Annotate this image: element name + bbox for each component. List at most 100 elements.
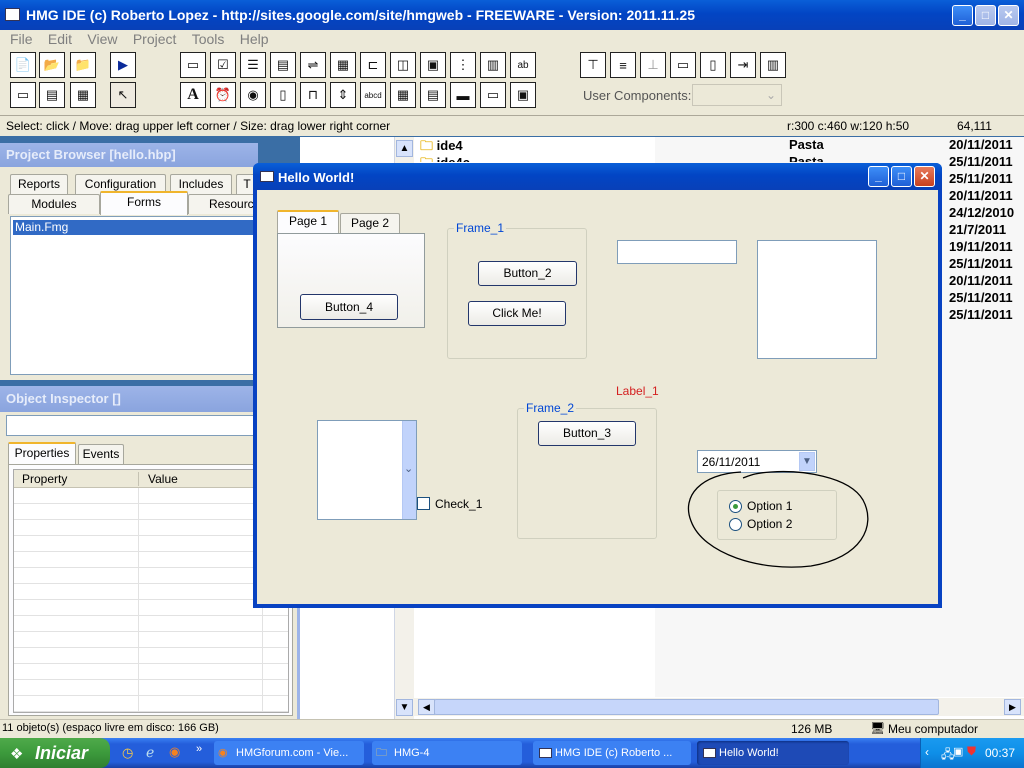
- ie-icon[interactable]: ℯ: [146, 744, 154, 761]
- slider-ctrl-icon[interactable]: ▭: [480, 82, 506, 108]
- radio-selected-icon[interactable]: [729, 500, 742, 513]
- menu-tools[interactable]: Tools: [186, 29, 231, 49]
- radio-empty-icon[interactable]: [729, 518, 742, 531]
- grid-icon[interactable]: ▦: [70, 82, 96, 108]
- form-icon[interactable]: ▭: [10, 82, 36, 108]
- close-button[interactable]: ✕: [998, 5, 1019, 26]
- column-header-property[interactable]: Property: [22, 472, 67, 486]
- table-row[interactable]: [14, 520, 288, 536]
- ide-title-bar[interactable]: HMG IDE (c) Roberto Lopez - http://sites…: [0, 0, 1024, 30]
- label-a-icon[interactable]: A: [180, 82, 206, 108]
- tab-modules[interactable]: Modules: [8, 194, 100, 214]
- scroll-right-arrow[interactable]: ▶: [1004, 699, 1021, 715]
- align-bottom-icon[interactable]: ⊥: [640, 52, 666, 78]
- tab-order-icon[interactable]: ⇥: [730, 52, 756, 78]
- clock[interactable]: 00:37: [985, 746, 1015, 760]
- list-item[interactable]: 🗀 ide4: [420, 137, 463, 154]
- editbox-ctrl-icon[interactable]: ▯: [270, 82, 296, 108]
- scroll-up-arrow[interactable]: ▲: [396, 140, 413, 157]
- table-row[interactable]: [14, 600, 288, 616]
- tab-page2[interactable]: Page 2: [340, 213, 400, 233]
- task-hello-world[interactable]: Hello World!: [697, 741, 849, 765]
- button-2[interactable]: Button_2: [478, 261, 577, 286]
- tab-ctrl-icon[interactable]: ⊓: [300, 82, 326, 108]
- frame-ctrl-icon[interactable]: ◫: [390, 52, 416, 78]
- list-item[interactable]: Main.Fmg: [13, 220, 257, 235]
- button-4[interactable]: Button_4: [300, 294, 398, 320]
- form-close-button[interactable]: ✕: [914, 166, 935, 187]
- tab-control[interactable]: Page 1 Page 2 Button_4: [277, 210, 425, 328]
- richedit-ctrl-icon[interactable]: ▣: [510, 82, 536, 108]
- form-minimize-button[interactable]: _: [868, 166, 889, 187]
- same-width-icon[interactable]: ▭: [670, 52, 696, 78]
- tray-arrow-icon[interactable]: ‹: [925, 745, 929, 759]
- radio-ctrl-icon[interactable]: ◉: [240, 82, 266, 108]
- button-3[interactable]: Button_3: [538, 421, 636, 446]
- properties-icon[interactable]: ▥: [760, 52, 786, 78]
- task-hmgforum[interactable]: ◉ HMGforum.com - Vie...: [214, 741, 364, 765]
- table-row[interactable]: [14, 536, 288, 552]
- table-row[interactable]: [14, 632, 288, 648]
- checkbox-ctrl-icon[interactable]: ☑: [210, 52, 236, 78]
- menu-view[interactable]: View: [81, 29, 123, 49]
- list-box[interactable]: ⌄: [317, 420, 417, 520]
- form-title-bar[interactable]: Hello World! _ □ ✕: [253, 163, 942, 190]
- tab-events[interactable]: Events: [78, 444, 124, 464]
- table-row[interactable]: [14, 648, 288, 664]
- textbox-ctrl-icon[interactable]: ab: [510, 52, 536, 78]
- table-row[interactable]: [14, 552, 288, 568]
- open-folder-icon[interactable]: 📂: [39, 52, 65, 78]
- tab-reports[interactable]: Reports: [10, 174, 68, 194]
- table-row[interactable]: [14, 504, 288, 520]
- volume-icon[interactable]: ▣: [953, 745, 963, 758]
- tab-properties[interactable]: Properties: [8, 442, 76, 464]
- dropdown-arrow-button[interactable]: ⌄: [402, 421, 416, 519]
- datepicker-ctrl-icon[interactable]: ⇌: [300, 52, 326, 78]
- column-header-value[interactable]: Value: [148, 472, 178, 486]
- form-maximize-button[interactable]: □: [891, 166, 912, 187]
- maximize-button[interactable]: □: [975, 5, 996, 26]
- tab-page1[interactable]: Page 1: [277, 210, 339, 234]
- table-row[interactable]: [14, 616, 288, 632]
- combo-ctrl-icon[interactable]: ▤: [270, 52, 296, 78]
- scroll-thumb[interactable]: [434, 699, 939, 715]
- tree-ctrl-icon[interactable]: ⋮: [450, 52, 476, 78]
- clock-app-icon[interactable]: ◷: [122, 745, 133, 761]
- tab-resources[interactable]: Resourc: [188, 194, 258, 214]
- hyperlink-ctrl-icon[interactable]: abcd: [360, 82, 386, 108]
- list-item[interactable]: 🗀 ide4c: [420, 154, 470, 162]
- timer-icon[interactable]: ⏰: [210, 82, 236, 108]
- new-file-icon[interactable]: 📄: [10, 52, 36, 78]
- scroll-left-arrow[interactable]: ◀: [418, 699, 435, 715]
- edit-box[interactable]: [757, 240, 877, 359]
- minimize-button[interactable]: _: [952, 5, 973, 26]
- frame-1[interactable]: Frame_1: [447, 221, 587, 359]
- table-row[interactable]: [14, 696, 288, 712]
- project-browser-title-bar[interactable]: Project Browser [hello.hbp]: [0, 143, 258, 167]
- progress-ctrl-icon[interactable]: ▬: [450, 82, 476, 108]
- click-me-button[interactable]: Click Me!: [468, 301, 566, 326]
- image-ctrl-icon[interactable]: ▣: [420, 52, 446, 78]
- label-ctrl-icon[interactable]: ⊏: [360, 52, 386, 78]
- table-row[interactable]: [14, 488, 288, 504]
- align-middle-icon[interactable]: ≡: [610, 52, 636, 78]
- task-hmg-ide[interactable]: HMG IDE (c) Roberto ...: [533, 741, 691, 765]
- start-button[interactable]: ❖ Iniciar: [0, 738, 110, 768]
- text-input[interactable]: [617, 240, 737, 264]
- calendar-ctrl-icon[interactable]: ▦: [390, 82, 416, 108]
- shield-icon[interactable]: ⛊: [967, 744, 976, 759]
- pointer-icon[interactable]: ↖: [110, 82, 136, 108]
- firefox-icon[interactable]: ◉: [169, 744, 180, 760]
- table-row[interactable]: [14, 584, 288, 600]
- browse-ctrl-icon[interactable]: ▤: [420, 82, 446, 108]
- align-top-icon[interactable]: ⊤: [580, 52, 606, 78]
- menu-edit[interactable]: Edit: [42, 29, 78, 49]
- user-components-select[interactable]: ⌄: [692, 84, 782, 106]
- menu-file[interactable]: File: [4, 29, 39, 49]
- menu-project[interactable]: Project: [127, 29, 183, 49]
- list-ctrl-icon[interactable]: ☰: [240, 52, 266, 78]
- run-icon[interactable]: ▶: [110, 52, 136, 78]
- forms-list[interactable]: Main.Fmg: [10, 216, 258, 375]
- folder-icon[interactable]: 📁: [70, 52, 96, 78]
- month-ctrl-icon[interactable]: ▥: [480, 52, 506, 78]
